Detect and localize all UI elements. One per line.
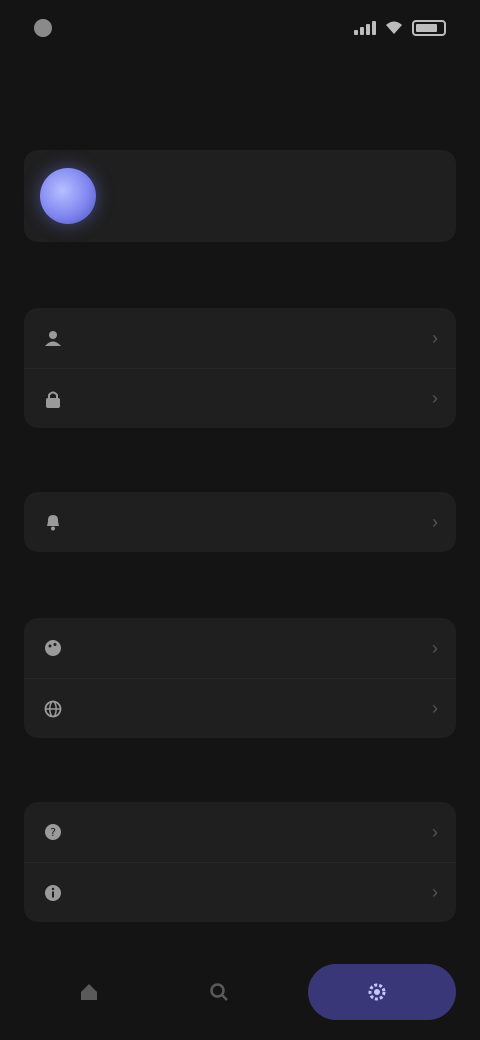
chevron-right-icon: › <box>432 637 438 658</box>
avatar <box>40 168 96 224</box>
home-icon <box>81 984 97 1000</box>
lock-icon <box>42 388 64 410</box>
signal-icon <box>354 21 376 35</box>
chevron-right-icon: › <box>432 327 438 348</box>
search-icon <box>210 983 228 1001</box>
help-icon: ? <box>42 821 64 843</box>
nav-search[interactable] <box>154 964 284 1020</box>
battery-fill <box>416 24 437 32</box>
chevron-right-icon: › <box>432 698 438 718</box>
settings-row-support-2[interactable]: › <box>24 862 456 922</box>
chevron-right-icon: › <box>432 388 438 408</box>
settings-row-account-2[interactable]: › <box>24 368 456 428</box>
nav-home[interactable] <box>24 964 154 1020</box>
settings-group-appearance: › › <box>24 618 456 738</box>
settings-icon <box>368 983 386 1001</box>
palette-icon <box>42 637 64 659</box>
bell-icon <box>42 511 64 533</box>
profile-card[interactable] <box>24 150 456 242</box>
settings-screen: › › › › › ? › › <box>0 0 480 1040</box>
settings-row-appearance-2[interactable]: › <box>24 678 456 738</box>
status-bar <box>0 0 480 56</box>
status-right <box>354 20 446 36</box>
person-icon <box>42 327 64 349</box>
chevron-right-icon: › <box>432 511 438 532</box>
status-indicator-icon <box>34 19 52 37</box>
info-icon <box>42 882 64 904</box>
battery-icon <box>412 20 446 36</box>
settings-group-account: › › <box>24 308 456 428</box>
settings-row-account-1[interactable]: › <box>24 308 456 368</box>
svg-text:?: ? <box>50 826 56 839</box>
settings-group-support: ? › › <box>24 802 456 922</box>
nav-settings[interactable] <box>308 964 456 1020</box>
status-left <box>34 19 62 37</box>
chevron-right-icon: › <box>432 821 438 842</box>
chevron-right-icon: › <box>432 882 438 902</box>
settings-row-support-1[interactable]: ? › <box>24 802 456 862</box>
settings-row-appearance-1[interactable]: › <box>24 618 456 678</box>
settings-group-notifications: › <box>24 492 456 552</box>
bottom-nav <box>0 944 480 1040</box>
settings-row-notifications-1[interactable]: › <box>24 492 456 552</box>
globe-icon <box>42 698 64 720</box>
wifi-icon <box>386 21 402 34</box>
